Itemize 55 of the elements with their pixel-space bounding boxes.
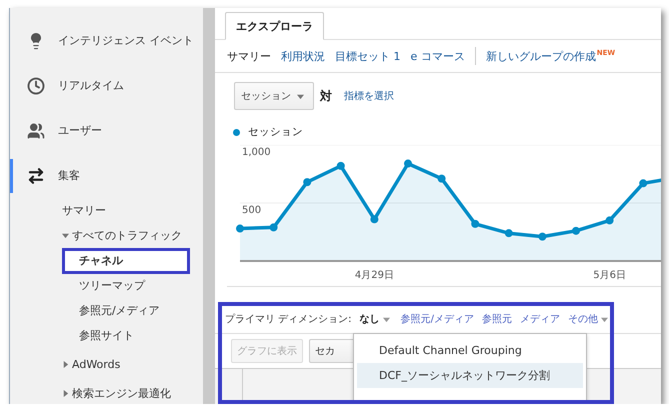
legend-label: セッション (248, 125, 303, 139)
nav-item[interactable]: AdWords (72, 358, 120, 371)
caret-icon (382, 316, 390, 322)
data-point (639, 179, 648, 188)
data-point (270, 223, 278, 232)
nav-item[interactable]: 検索エンジン最適化 (72, 386, 171, 401)
dimension-label: プライマリ ディメンション: (225, 312, 352, 326)
nav-item[interactable]: 参照サイト (62, 322, 190, 348)
nav-item[interactable]: リアルタイム (58, 78, 124, 93)
data-point (370, 215, 378, 224)
nav-item[interactable]: チャネル (62, 248, 190, 274)
data-point (438, 174, 446, 183)
menu-item[interactable]: DCF_ソーシャルネットワーク分割 (357, 363, 583, 388)
subnav-link[interactable]: e コマース (410, 48, 465, 64)
axis-label: 4月29日 (354, 270, 394, 281)
nav-item[interactable]: ユーザー (58, 123, 102, 138)
caret-icon (600, 316, 608, 322)
data-point (572, 226, 580, 235)
caret-icon (62, 232, 69, 239)
data-point (606, 216, 614, 224)
caret-icon (62, 390, 69, 397)
axis-label: 1,000 (242, 147, 271, 158)
nav-item[interactable]: 参照元/メディア (62, 298, 190, 324)
nav-item[interactable]: すべてのトラフィック (72, 228, 182, 243)
clock-icon (27, 76, 45, 94)
data-point (404, 160, 412, 168)
data-point (538, 232, 546, 241)
axis-label: 5月6日 (593, 270, 626, 281)
new-group-link[interactable]: 新しいグループの作成$^{NEW}$ (486, 48, 616, 64)
axis-label: 500 (242, 205, 262, 216)
subnav-link[interactable]: 目標セット 1 (335, 48, 400, 64)
dimension-option[interactable]: メディア (520, 312, 560, 326)
data-point (504, 229, 513, 238)
dimension-option[interactable]: 参照元 (482, 312, 512, 326)
dimension-option[interactable]: 参照元/メディア (400, 312, 474, 326)
subnav-link[interactable]: 利用状況 (281, 48, 325, 64)
nav-item[interactable]: 集客 (58, 168, 80, 183)
data-point (471, 220, 480, 228)
select-metric-link[interactable]: 指標を選択 (344, 89, 394, 103)
data-point (303, 178, 312, 186)
dimension-option[interactable]: なし (360, 312, 393, 326)
subnav-link[interactable]: サマリー (227, 48, 271, 64)
caret-icon (297, 92, 304, 100)
data-point (336, 162, 345, 170)
nav-item[interactable]: サマリー (62, 203, 106, 218)
vs-label: 対 (320, 88, 332, 104)
nav-item[interactable]: インテリジェンス イベント (58, 33, 194, 48)
metric-select[interactable]: セッション (234, 82, 314, 110)
nav-item[interactable]: ツリーマップ (62, 272, 190, 298)
tab[interactable]: エクスプローラ (225, 12, 324, 40)
arrows-icon (27, 166, 45, 184)
caret-icon (62, 361, 69, 368)
dimension-option[interactable]: その他 (568, 312, 611, 326)
data-point (236, 224, 244, 233)
people-icon (27, 122, 45, 140)
